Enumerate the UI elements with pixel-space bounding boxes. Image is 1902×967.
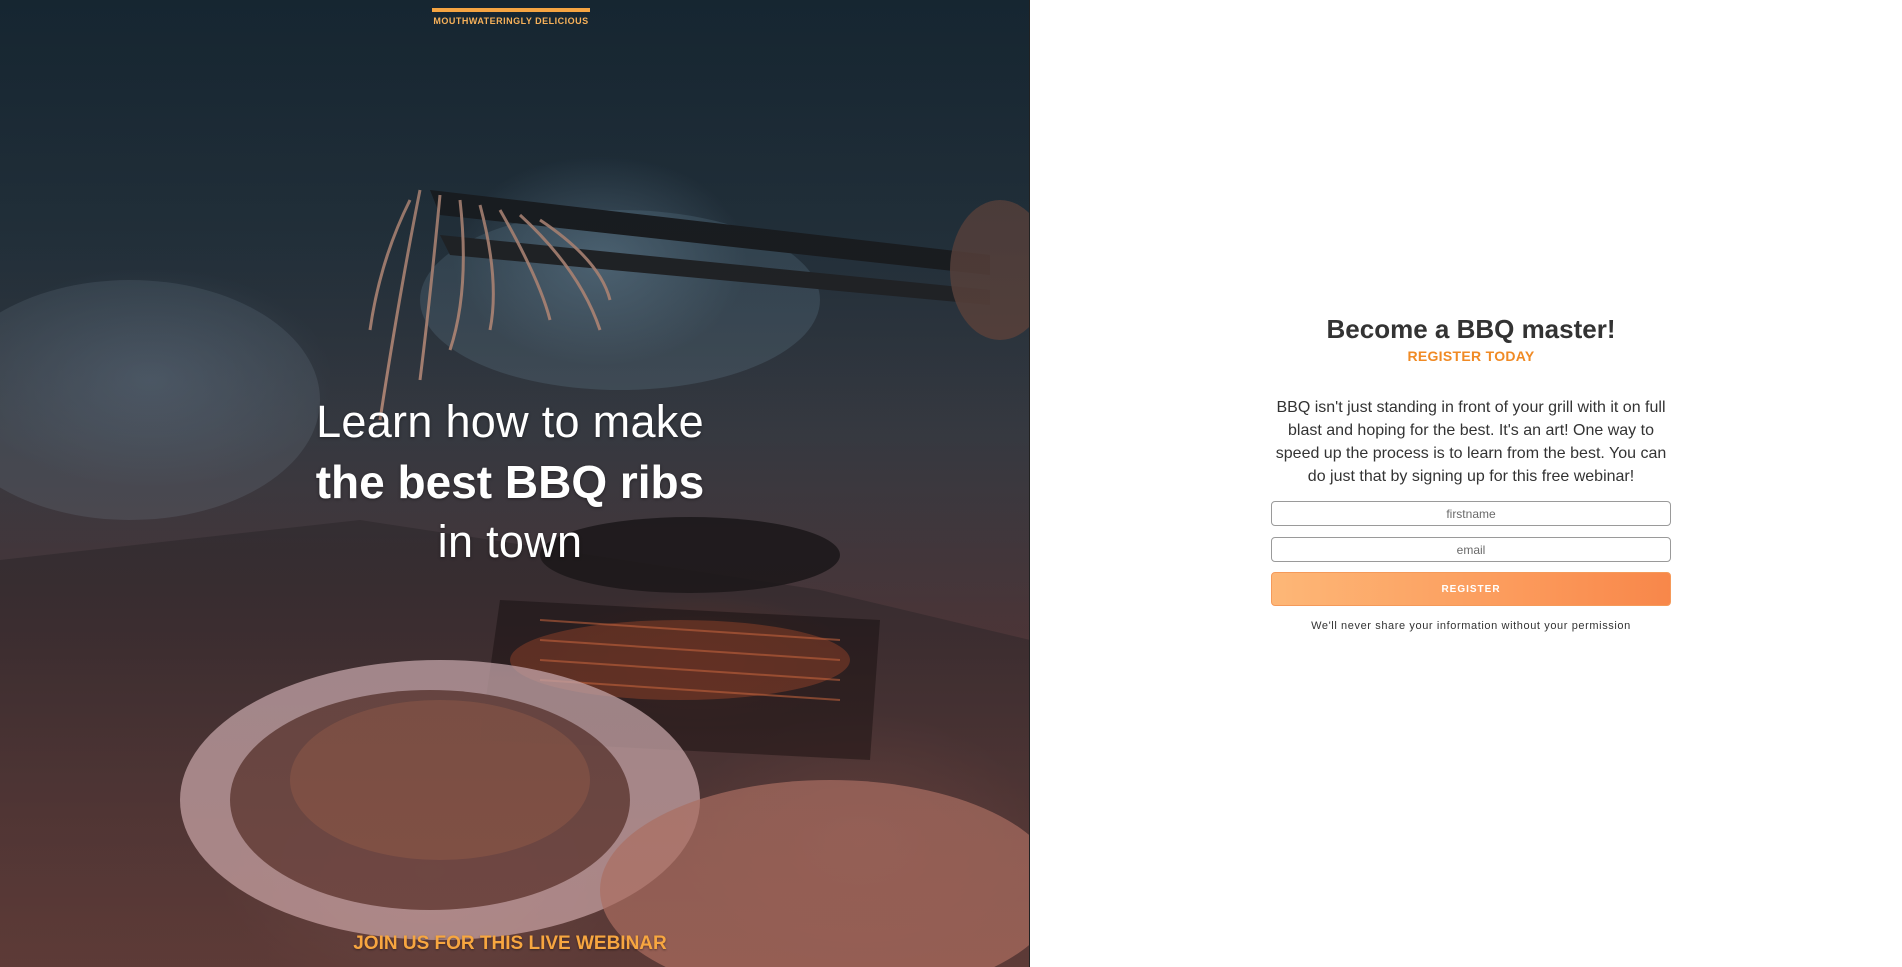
- registration-form: Become a BBQ master! REGISTER TODAY BBQ …: [1270, 312, 1672, 632]
- headline-line-3: in town: [437, 516, 583, 567]
- register-button[interactable]: REGISTER: [1271, 572, 1671, 606]
- form-subtitle: REGISTER TODAY: [1407, 348, 1535, 364]
- form-description: BBQ isn't just standing in front of your…: [1275, 399, 1667, 485]
- registration-panel: Become a BBQ master! REGISTER TODAY BBQ …: [1030, 0, 1902, 967]
- privacy-note: We'll never share your information witho…: [1311, 620, 1631, 632]
- webinar-cta-text: JOIN US FOR THIS LIVE WEBINAR: [353, 933, 667, 954]
- brand-tagline: MOUTHWATERINGLY DELICIOUS: [432, 8, 590, 26]
- headline-line-1: Learn how to make: [316, 396, 704, 447]
- hero-panel: MOUTHWATERINGLY DELICIOUS Learn how to m…: [0, 0, 1030, 967]
- email-field[interactable]: [1271, 537, 1671, 562]
- hero-headline: Learn how to make the best BBQ ribs in t…: [210, 392, 810, 572]
- firstname-field[interactable]: [1271, 501, 1671, 526]
- form-title: Become a BBQ master!: [1326, 314, 1616, 344]
- headline-line-2: the best BBQ ribs: [315, 456, 705, 508]
